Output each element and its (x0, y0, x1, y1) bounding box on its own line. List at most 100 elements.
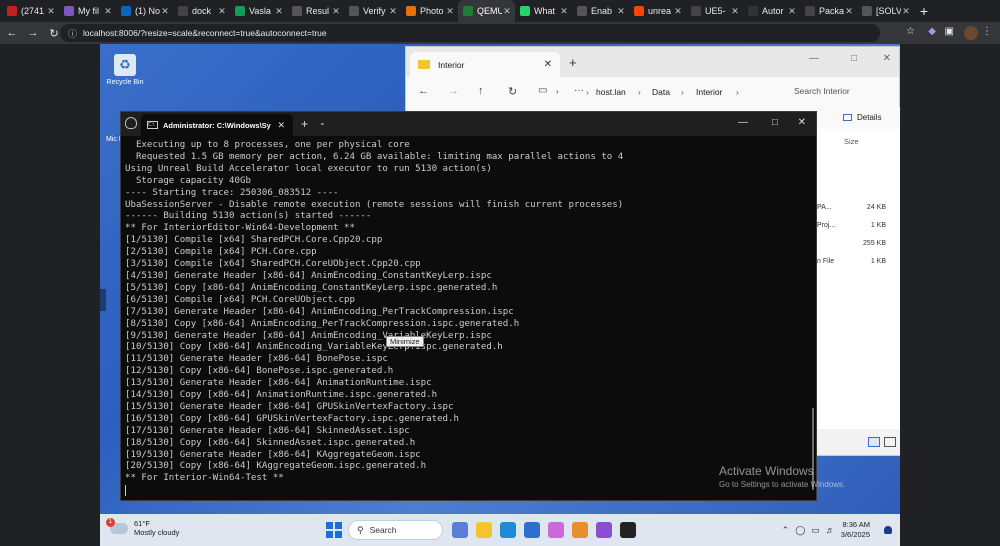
profile-avatar[interactable] (964, 26, 978, 40)
chevron-up-icon[interactable]: ⌃ (782, 525, 790, 536)
browser-tab-label: Resul (306, 6, 330, 16)
whatsapp-icon (520, 6, 530, 16)
site-info-icon[interactable]: ⓘ (68, 27, 77, 40)
close-icon[interactable]: ✕ (798, 117, 806, 128)
terminal-line: [8/5130] Copy [x86-64] AnimEncoding_PerT… (125, 318, 520, 329)
weather-widget[interactable]: 1 61°F Mostly cloudy (106, 517, 179, 537)
terminal-tab[interactable]: C:\ Administrator: C:\Windows\Sy ✕ (141, 114, 293, 136)
close-tab-icon[interactable]: ✕ (616, 6, 626, 17)
browser-tab[interactable]: (1) No ✕ (116, 0, 173, 22)
details-view-icon[interactable] (868, 437, 880, 447)
store-icon[interactable] (524, 522, 540, 538)
new-tab-icon[interactable]: + (301, 117, 308, 131)
search-input[interactable]: Search Interior (794, 86, 850, 96)
browser-tab[interactable]: Photo ✕ (401, 0, 458, 22)
extension-icon[interactable]: ◆ (928, 26, 936, 37)
browser-tab[interactable]: Packa ✕ (800, 0, 857, 22)
terminal-icon[interactable] (620, 522, 636, 538)
recycle-bin-shortcut[interactable]: ♻ Recycle Bin (104, 54, 146, 86)
side-panel-handle[interactable] (100, 289, 106, 311)
browser-tab[interactable]: What ✕ (515, 0, 572, 22)
terminal-line: Storage capacity 40Gb (125, 175, 251, 186)
close-tab-icon[interactable]: ✕ (46, 6, 56, 17)
volume-icon[interactable]: ♬ (826, 525, 835, 535)
close-tab-icon[interactable]: ✕ (730, 6, 740, 17)
close-tab-icon[interactable]: ✕ (217, 6, 227, 17)
browser-tab[interactable]: dock ✕ (173, 0, 230, 22)
notification-bell-icon[interactable] (884, 526, 892, 534)
close-tab-icon[interactable]: ✕ (388, 6, 398, 17)
more-dots-icon[interactable]: ··· (574, 85, 584, 96)
visual-studio-icon[interactable] (596, 522, 612, 538)
close-tab-icon[interactable]: ✕ (901, 6, 911, 17)
breadcrumb-data[interactable]: Data (652, 87, 670, 97)
github-icon (691, 6, 701, 16)
extensions-puzzle-icon[interactable]: ▣ (945, 26, 954, 37)
browser-tab[interactable]: Vasla ✕ (230, 0, 287, 22)
forward-icon[interactable]: → (24, 27, 42, 39)
browser-tab[interactable]: QEMU ✕ (458, 0, 515, 22)
back-arrow-icon[interactable]: ← (418, 85, 429, 97)
explorer-minimize-icon[interactable]: — (809, 53, 819, 64)
close-tab-icon[interactable]: ✕ (502, 6, 512, 17)
bookmark-star-icon[interactable]: ☆ (906, 26, 915, 37)
close-tab-icon[interactable]: ✕ (331, 6, 341, 17)
breadcrumb-interior[interactable]: Interior (696, 87, 722, 97)
explorer-tab[interactable]: Interior ✕ (410, 52, 560, 77)
chevron-down-icon[interactable]: ⌄ (319, 118, 326, 127)
explorer-maximize-icon[interactable]: □ (851, 53, 857, 64)
taskbar-search[interactable]: ⚲ Search (348, 520, 443, 540)
menu-kebab-icon[interactable]: ⋮ (982, 26, 992, 37)
close-tab-icon[interactable]: ✕ (559, 6, 569, 17)
breadcrumb-host[interactable]: host.lan (596, 87, 626, 97)
browser-tab[interactable]: [SOLV ✕ (857, 0, 914, 22)
widgets-icon[interactable] (452, 522, 468, 538)
gmail-icon (7, 6, 17, 16)
close-tab-icon[interactable]: ✕ (103, 6, 113, 17)
browser-tab[interactable]: Resul ✕ (287, 0, 344, 22)
close-tab-icon[interactable]: ✕ (544, 59, 552, 70)
refresh-icon[interactable]: ↻ (508, 85, 517, 98)
copilot-icon[interactable] (548, 522, 564, 538)
details-button[interactable]: Details (843, 113, 881, 122)
close-tab-icon[interactable]: ✕ (445, 6, 455, 17)
close-tab-icon[interactable]: ✕ (844, 6, 854, 17)
cmd-icon: C:\ (147, 121, 158, 129)
edge-icon[interactable] (500, 522, 516, 538)
activation-watermark: Activate Windows Go to Settings to activ… (719, 464, 845, 489)
terminal-line: [11/5130] Generate Header [x86-64] BoneP… (125, 354, 388, 365)
back-icon[interactable]: ← (3, 27, 21, 39)
address-bar[interactable]: ⓘ localhost:8006/?resize=scale&reconnect… (60, 24, 880, 42)
minimize-icon[interactable]: — (738, 117, 748, 128)
browser-tab[interactable]: Autor ✕ (743, 0, 800, 22)
forward-arrow-icon[interactable]: → (448, 85, 459, 97)
browser-tab[interactable]: Enab ✕ (572, 0, 629, 22)
maximize-icon[interactable]: □ (772, 117, 778, 128)
terminal-title-bar: C:\ Administrator: C:\Windows\Sy ✕ + ⌄ —… (121, 112, 816, 136)
network-icon[interactable]: ▭ (811, 525, 820, 536)
close-tab-icon[interactable]: ✕ (673, 6, 683, 17)
pinwheel-icon[interactable] (572, 522, 588, 538)
new-tab-icon[interactable]: + (569, 55, 577, 70)
close-tab-icon[interactable]: ✕ (160, 6, 170, 17)
clock[interactable]: 8:36 AM 3/6/2025 (841, 520, 870, 540)
browser-tab[interactable]: My fil ✕ (59, 0, 116, 22)
close-tab-icon[interactable]: ✕ (277, 120, 285, 131)
file-explorer-icon[interactable] (476, 522, 492, 538)
browser-tab[interactable]: Verify ✕ (344, 0, 401, 22)
close-tab-icon[interactable]: ✕ (787, 6, 797, 17)
new-tab-icon[interactable]: + (914, 3, 934, 19)
vpn-icon[interactable]: ◯ (795, 525, 805, 536)
close-tab-icon[interactable]: ✕ (274, 6, 284, 17)
browser-tab[interactable]: unrea ✕ (629, 0, 686, 22)
size-column-header[interactable]: Size (844, 137, 859, 146)
browser-tab[interactable]: UE5- ✕ (686, 0, 743, 22)
monitor-icon[interactable]: ▭ (538, 85, 547, 96)
browser-tab[interactable]: (2741 ✕ (2, 0, 59, 22)
terminal-line: [20/5130] Copy [x86-64] KAggregateGeom.i… (125, 461, 427, 472)
start-button[interactable] (326, 522, 342, 538)
terminal-output[interactable]: Executing up to 8 processes, one per phy… (125, 140, 815, 498)
tiles-view-icon[interactable] (884, 437, 896, 447)
up-arrow-icon[interactable]: ↑ (478, 85, 484, 97)
explorer-close-icon[interactable]: ✕ (883, 53, 891, 64)
